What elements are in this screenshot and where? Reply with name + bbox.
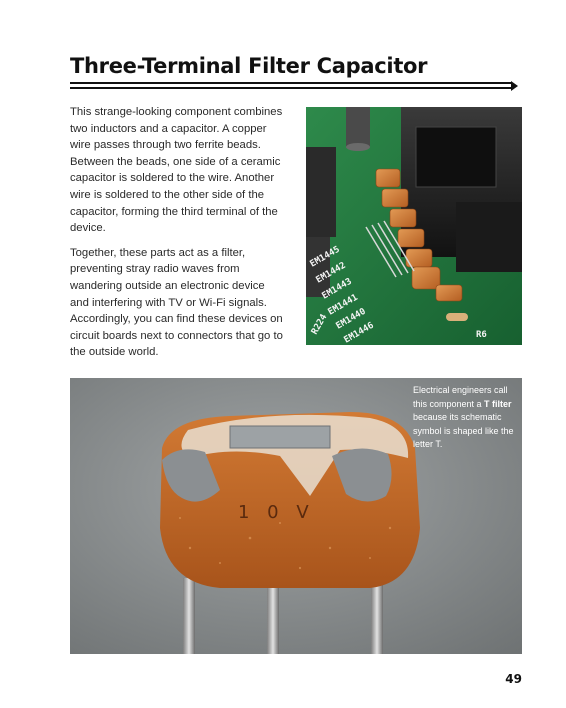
caption-term: T filter [484, 398, 512, 409]
photo-caption: Electrical engineers call this component… [413, 384, 517, 452]
circuit-board-photo: EM1445 EM1442 EM1443 EM1441 EM1440 EM144… [306, 107, 522, 345]
rule-arrow-icon [511, 81, 518, 91]
paragraph-intro: This strange-looking component combines … [70, 106, 283, 235]
board-label: R6 [476, 330, 487, 340]
paragraph-filter: Together, these parts act as a filter, p… [70, 246, 283, 359]
circuit-board-illustration: EM1445 EM1442 EM1443 EM1441 EM1440 EM144… [306, 107, 522, 345]
page-title: Three-Terminal Filter Capacitor [70, 54, 428, 78]
rule-line-top [70, 82, 512, 84]
component-marking: 1 0 V [238, 502, 315, 523]
title-rule [70, 81, 518, 91]
caption-text-end: because its schematic symbol is shaped l… [413, 412, 514, 449]
page-number: 49 [505, 672, 522, 686]
body-text: This strange-looking component combines … [70, 104, 284, 369]
rule-line-bottom [70, 87, 512, 89]
